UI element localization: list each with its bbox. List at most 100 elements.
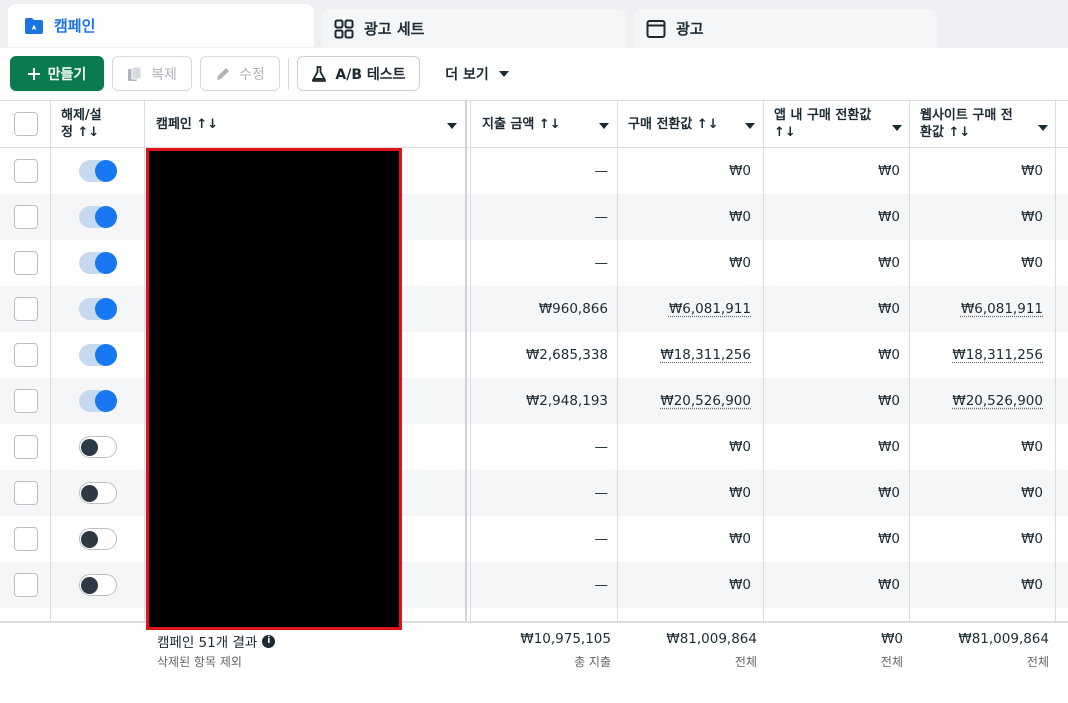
spend-cell: — (595, 194, 609, 240)
row-checkbox[interactable] (14, 297, 38, 321)
cell-value: ₩0 (1021, 531, 1043, 547)
duplicate-button[interactable]: 복제 (112, 56, 192, 91)
spend-cell: ₩2,948,193 (526, 378, 608, 424)
cell-value: ₩960,866 (538, 301, 608, 317)
plus-icon (27, 67, 40, 80)
cell-value: ₩0 (1021, 439, 1043, 455)
row-checkbox[interactable] (14, 389, 38, 413)
purchase-value-cell: ₩0 (729, 194, 751, 240)
header-text: 웹사이트 구매 전 (920, 108, 1013, 123)
toggle-knob (95, 160, 117, 182)
header-text: 지출 금액 ↑↓ (482, 117, 561, 132)
tab-ad-sets[interactable]: 광고 세트 (322, 9, 626, 48)
cell-value: ₩18,311,256 (660, 347, 751, 363)
campaigns-panel: 만들기 복제 수정 A/B 테스트 더 보기 해제/설 정 ↑↓ 캠페인 ↑↓ … (0, 48, 1068, 703)
total-purchase-value: ₩81,009,864 (666, 631, 757, 647)
info-icon[interactable]: i (262, 634, 276, 648)
campaign-toggle[interactable] (79, 528, 117, 550)
column-divider (909, 100, 910, 703)
toggle-knob (95, 298, 117, 320)
total-app-purchase-value: ₩0 (881, 631, 903, 647)
app-purchase-value-cell: ₩0 (878, 562, 900, 608)
row-checkbox[interactable] (14, 573, 38, 597)
cell-value: ₩6,081,911 (668, 301, 751, 317)
edit-label: 수정 (239, 66, 265, 83)
cell-value: ₩2,685,338 (525, 347, 608, 363)
campaign-toggle[interactable] (79, 482, 117, 504)
row-checkbox[interactable] (14, 481, 38, 505)
cell-value: — (594, 163, 609, 179)
cell-value: ₩0 (878, 301, 900, 317)
column-menu-caret-icon[interactable] (447, 123, 457, 129)
campaign-toggle[interactable] (79, 252, 117, 274)
spend-cell: ₩960,866 (539, 286, 608, 332)
toggle-knob (95, 390, 117, 412)
tab-bar: 캠페인 광고 세트 광고 (0, 0, 1068, 48)
tab-campaigns[interactable]: 캠페인 (8, 4, 314, 47)
cell-value: ₩0 (878, 485, 900, 501)
excluded-note: 삭제된 항목 제외 (157, 655, 242, 669)
header-text: 앱 내 구매 전환값 (774, 108, 872, 123)
row-checkbox[interactable] (14, 343, 38, 367)
web-purchase-value-cell: ₩0 (1021, 470, 1043, 516)
column-menu-caret-icon[interactable] (892, 125, 902, 131)
edit-button[interactable]: 수정 (200, 56, 280, 91)
cell-value: ₩0 (878, 209, 900, 225)
tab-label: 광고 세트 (364, 20, 425, 38)
campaign-toggle[interactable] (79, 436, 117, 458)
create-button[interactable]: 만들기 (10, 56, 104, 91)
campaign-toggle[interactable] (79, 390, 117, 412)
cell-value: ₩0 (878, 531, 900, 547)
results-count: 캠페인 51개 결과 i (157, 631, 276, 651)
app-purchase-value-cell: ₩0 (878, 332, 900, 378)
purchase-value-cell: ₩6,081,911 (669, 286, 751, 332)
cell-value: ₩0 (1021, 255, 1043, 271)
tab-label: 광고 (676, 20, 704, 38)
row-checkbox[interactable] (14, 435, 38, 459)
purchase-value-cell: ₩0 (729, 424, 751, 470)
campaign-toggle[interactable] (79, 344, 117, 366)
cell-value: ₩20,526,900 (660, 393, 751, 409)
campaign-toggle[interactable] (79, 574, 117, 596)
spend-cell: — (595, 562, 609, 608)
select-all-checkbox[interactable] (14, 112, 38, 136)
table-header: 해제/설 정 ↑↓ 캠페인 ↑↓ 지출 금액 ↑↓ 구매 전환값 ↑↓ 앱 내 … (0, 100, 1068, 148)
grid-icon (334, 19, 354, 39)
purchase-value-cell: ₩20,526,900 (660, 378, 751, 424)
cell-value: ₩0 (729, 439, 751, 455)
tab-ads[interactable]: 광고 (634, 9, 937, 48)
column-menu-caret-icon[interactable] (1038, 125, 1048, 131)
row-checkbox[interactable] (14, 159, 38, 183)
ad-window-icon (646, 19, 666, 39)
cell-value: ₩0 (878, 393, 900, 409)
row-checkbox[interactable] (14, 205, 38, 229)
column-menu-caret-icon[interactable] (599, 123, 609, 129)
row-checkbox[interactable] (14, 251, 38, 275)
total-web-label: 전체 (1026, 655, 1049, 669)
campaign-toggle[interactable] (79, 160, 117, 182)
spend-cell: — (595, 470, 609, 516)
cell-value: — (594, 531, 609, 547)
row-checkbox[interactable] (14, 527, 38, 551)
ab-test-button[interactable]: A/B 테스트 (297, 56, 420, 91)
toggle-knob (81, 577, 98, 594)
spend-cell: — (595, 424, 609, 470)
column-divider (763, 100, 764, 703)
total-purchase-label: 전체 (734, 655, 757, 669)
cell-value: ₩0 (729, 209, 751, 225)
cell-value: ₩18,311,256 (952, 347, 1043, 363)
toolbar: 만들기 복제 수정 A/B 테스트 더 보기 (0, 48, 1068, 100)
purchase-value-cell: ₩0 (729, 240, 751, 286)
campaign-toggle[interactable] (79, 206, 117, 228)
spend-cell: — (595, 148, 609, 194)
more-button[interactable]: 더 보기 (432, 56, 522, 91)
web-purchase-value-cell: ₩0 (1021, 424, 1043, 470)
app-purchase-value-cell: ₩0 (878, 286, 900, 332)
column-divider (1055, 100, 1056, 703)
cell-value: ₩0 (729, 255, 751, 271)
web-purchase-value-cell: ₩0 (1021, 148, 1043, 194)
cell-value: ₩0 (878, 577, 900, 593)
cell-value: ₩0 (878, 347, 900, 363)
campaign-toggle[interactable] (79, 298, 117, 320)
column-menu-caret-icon[interactable] (745, 123, 755, 129)
